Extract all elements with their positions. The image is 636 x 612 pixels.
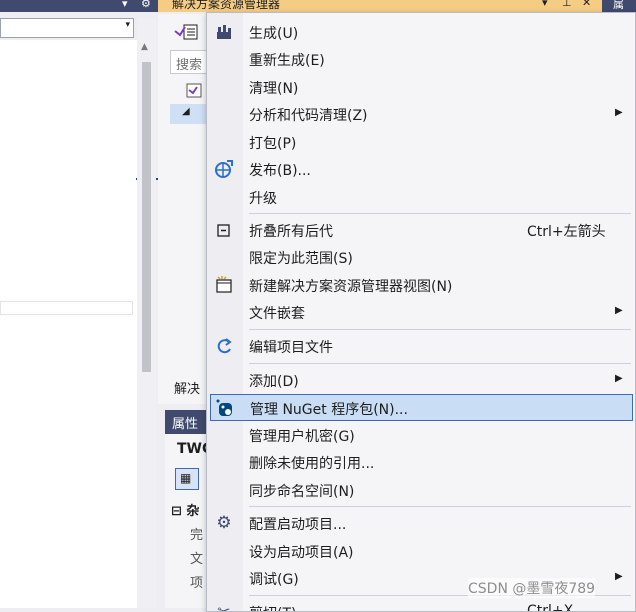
publish-globe-icon [213,159,235,179]
vs-project-icon[interactable] [170,18,206,46]
expand-triangle-icon[interactable]: ◢ [182,106,190,117]
solution-explorer-toolbar [170,18,206,46]
menu-item-label: 添加(D) [249,374,299,390]
menu-item-set-startup[interactable]: 设为启动项目(A) [207,538,635,565]
solution-search-input[interactable]: 搜索 [170,50,210,74]
menu-item-label: 调试(G) [249,572,299,588]
menu-item-add[interactable]: 添加(D) ▶ [207,367,635,394]
property-row[interactable]: 项 [190,572,203,591]
menu-item-label: 重新生成(E) [249,53,325,69]
menu-item-publish[interactable]: 发布(B)... [207,156,635,183]
build-icon [213,22,235,42]
solution-explorer-titlebar: 解决方案资源管理器 ▾ ⊥ ✕ [158,0,602,12]
menu-separator [249,329,631,330]
left-window-titlebar: ▾ ⚙ [0,0,158,12]
new-view-icon [213,275,235,295]
context-menu: 生成(U) 重新生成(E) 清理(N) 分析和代码清理(Z) ▶ 打包(P) 发… [206,12,636,612]
solution-explorer-tab-label[interactable]: 解决 [174,378,200,397]
search-placeholder: 搜索 [176,58,203,73]
current-line-highlight [0,301,133,315]
menu-item-label: 管理 NuGet 程序包(N)... [250,402,408,418]
menu-item-edit-project-file[interactable]: 编辑项目文件 [207,333,635,360]
edit-project-file-icon [213,336,235,356]
vs-solution-icon [186,83,202,98]
menu-item-scope[interactable]: 限定为此范围(S) [207,244,635,271]
menu-item-collapse-all[interactable]: 折叠所有后代 Ctrl+左箭头 [207,217,635,244]
scroll-thumb[interactable] [142,62,151,372]
editor-pane[interactable] [0,40,137,608]
menu-item-remove-unused-refs[interactable]: 删除未使用的引用... [207,449,635,476]
menu-item-label: 文件嵌套 [249,306,305,322]
menu-item-upgrade[interactable]: 升级 [207,184,635,211]
grid-icon: ▦ [180,471,192,485]
menu-item-label: 分析和代码清理(Z) [249,108,368,124]
menu-item-file-nesting[interactable]: 文件嵌套 ▶ [207,299,635,326]
menu-item-configure-startup[interactable]: ⚙ 配置启动项目... [207,510,635,537]
solution-explorer-title: 解决方案资源管理器 [172,0,281,11]
tree-row-selected[interactable]: ◢ [170,104,210,124]
menu-item-label: 删除未使用的引用... [249,456,375,472]
dropdown-arrow-icon[interactable]: ▾ [122,0,128,10]
submenu-arrow-icon: ▶ [615,107,623,118]
menu-item-label: 配置启动项目... [249,517,347,533]
nuget-icon [214,398,236,418]
properties-title: 属性 [172,417,199,432]
member-dropdown[interactable]: ▾ [0,18,134,38]
collapse-all-icon [213,220,235,240]
chevron-down-icon[interactable]: ▾ [125,20,130,30]
property-row[interactable]: 完 [190,524,203,543]
menu-item-manage-nuget[interactable]: 管理 NuGet 程序包(N)... [210,394,633,421]
menu-separator [249,506,631,507]
menu-item-label: 升级 [249,191,277,207]
menu-item-label: 生成(U) [249,26,299,42]
menu-item-label: 折叠所有后代 [249,224,333,240]
pin-icon[interactable]: ⊥ [562,0,572,9]
menu-item-cut[interactable]: ✂ 剪切(T) Ctrl+X [207,599,635,612]
gear-icon: ⚙ [216,513,232,533]
menu-item-pack[interactable]: 打包(P) [207,129,635,156]
cut-icon: ✂ [217,602,231,612]
menu-item-label: 管理用户机密(G) [249,429,355,445]
menu-item-analyze[interactable]: 分析和代码清理(Z) ▶ [207,101,635,128]
menu-item-label: 打包(P) [249,136,297,152]
menu-item-user-secrets[interactable]: 管理用户机密(G) [207,422,635,449]
watermark: CSDN @墨雪夜789 [468,578,596,598]
close-icon[interactable]: ✕ [582,0,591,9]
properties-category[interactable]: ⊟ 杂 [171,500,199,519]
menu-item-label: 发布(B)... [249,163,311,179]
menu-item-label: 设为启动项目(A) [249,545,354,561]
menu-item-clean[interactable]: 清理(N) [207,74,635,101]
scroll-up-icon[interactable]: ▲ [141,42,148,52]
menu-item-label: 同步命名空间(N) [249,484,355,500]
vertical-scrollbar[interactable]: ▲ [137,18,156,608]
menu-item-sync-namespaces[interactable]: 同步命名空间(N) [207,477,635,504]
menu-item-label: 限定为此范围(S) [249,251,353,267]
menu-item-new-view[interactable]: 新建解决方案资源管理器视图(N) [207,272,635,299]
menu-item-label: 新建解决方案资源管理器视图(N) [249,279,453,295]
submenu-arrow-icon: ▶ [615,373,623,384]
tree-row[interactable] [170,80,210,100]
menu-separator [249,213,631,214]
menu-separator [249,363,631,364]
window-menu-icon[interactable]: ▾ [542,0,548,9]
categorized-view-button[interactable]: ▦ [175,468,199,490]
submenu-arrow-icon: ▶ [615,305,623,316]
menu-item-rebuild[interactable]: 重新生成(E) [207,46,635,73]
submenu-arrow-icon: ▶ [615,571,623,582]
menu-item-label: 清理(N) [249,81,299,97]
menu-item-shortcut: Ctrl+左箭头 [527,224,606,240]
gear-icon[interactable]: ⚙ [141,0,151,10]
properties-titlebar: 属性 [165,410,207,434]
side-tab-label: 属 [613,0,624,11]
property-row[interactable]: 文 [190,548,203,567]
menu-item-label: 编辑项目文件 [249,340,333,356]
menu-item-build[interactable]: 生成(U) [207,19,635,46]
